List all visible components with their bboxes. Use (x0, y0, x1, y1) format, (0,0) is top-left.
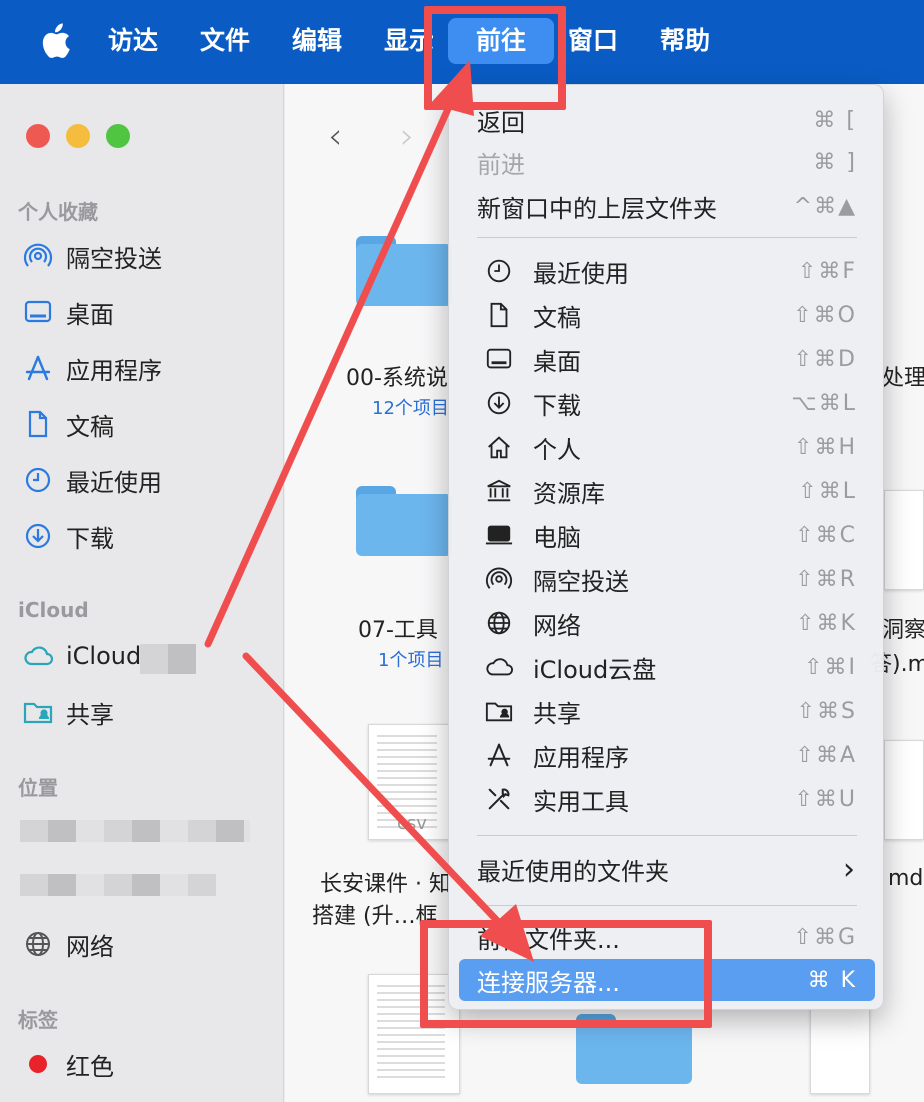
sidebar-item-label: 共享 (66, 700, 114, 729)
cloud-icon (22, 640, 54, 672)
menu-item-network[interactable]: 网络 ⇧⌘K (449, 602, 885, 644)
menu-separator (477, 237, 857, 238)
network-icon (22, 928, 54, 960)
menu-item-enclosing-folder[interactable]: 新窗口中的上层文件夹 ^⌘▲ (449, 185, 885, 227)
download-icon (483, 387, 515, 419)
sidebar-item-network[interactable]: 网络 (22, 926, 272, 962)
menu-item-documents[interactable]: 文稿 ⇧⌘O (449, 294, 885, 336)
redacted-text (140, 644, 196, 674)
menu-item-desktop[interactable]: 桌面 ⇧⌘D (449, 338, 885, 380)
airdrop-icon (22, 240, 54, 272)
menu-item-home[interactable]: 个人 ⇧⌘H (449, 426, 885, 468)
file-name: 洞察 (882, 618, 924, 643)
file-name: 07-工具 (358, 618, 438, 643)
menu-separator (477, 835, 857, 836)
menu-item-recents[interactable]: 最近使用 ⇧⌘F (449, 250, 885, 292)
go-menu-dropdown: 返回 ⌘ [ 前进 ⌘ ] 新窗口中的上层文件夹 ^⌘▲ 最近使用 ⇧⌘F 文稿… (448, 84, 884, 1010)
menu-item-forward[interactable]: 前进 ⌘ ] (449, 141, 885, 183)
home-icon (483, 431, 515, 463)
menu-item-airdrop[interactable]: 隔空投送 ⇧⌘R (449, 558, 885, 600)
file-name: 处理 (882, 366, 924, 391)
document-thumbnail[interactable] (884, 740, 924, 840)
sidebar-item-label: 网络 (66, 932, 114, 961)
menu-file[interactable]: 文件 (200, 18, 250, 64)
file-type-label: csv (397, 813, 427, 834)
minimize-window-button[interactable] (66, 124, 90, 148)
clock-icon (483, 255, 515, 287)
shared-folder-icon (483, 695, 515, 727)
chevron-right-icon: › (843, 851, 857, 887)
airdrop-icon (483, 563, 515, 595)
redacted-location[interactable] (20, 820, 250, 842)
forward-chevron-icon[interactable]: › (400, 116, 414, 157)
sidebar-header-icloud: iCloud (18, 598, 89, 622)
sidebar-item-recents[interactable]: 最近使用 (22, 462, 272, 498)
sidebar-item-label: 应用程序 (66, 356, 162, 385)
sidebar-item-label: 红色 (66, 1052, 114, 1081)
file-name: 长安课件 · 知 (320, 872, 451, 897)
menu-item-utilities[interactable]: 实用工具 ⇧⌘U (449, 778, 885, 820)
menu-item-shared[interactable]: 共享 ⇧⌘S (449, 690, 885, 732)
csv-document-thumbnail[interactable]: csv (368, 724, 452, 840)
utilities-icon (483, 783, 515, 815)
sidebar-item-applications[interactable]: 应用程序 (22, 350, 272, 386)
sidebar-item-label: 桌面 (66, 300, 114, 329)
library-icon (483, 475, 515, 507)
menu-item-icloud-drive[interactable]: iCloud云盘 ⇧⌘I (449, 646, 885, 688)
clock-icon (22, 464, 54, 496)
file-name: md (888, 866, 924, 891)
desktop-icon (483, 343, 515, 375)
menu-item-computer[interactable]: 电脑 ⇧⌘C (449, 514, 885, 556)
tag-dot-icon (22, 1048, 54, 1080)
sidebar-item-documents[interactable]: 文稿 (22, 406, 272, 442)
sidebar-item-downloads[interactable]: 下载 (22, 518, 272, 554)
shared-folder-icon (22, 696, 54, 728)
sidebar-item-label: 文稿 (66, 412, 114, 441)
file-name: 00-系统说 (346, 366, 448, 391)
zoom-window-button[interactable] (106, 124, 130, 148)
sidebar-item-shared[interactable]: 共享 (22, 694, 272, 730)
file-subtitle: 1个项目 (378, 650, 444, 671)
sidebar-header-favorites: 个人收藏 (18, 200, 98, 224)
apple-logo-icon[interactable] (38, 22, 72, 60)
folder-icon[interactable] (356, 486, 452, 556)
sidebar-item-label: 最近使用 (66, 468, 162, 497)
cloud-icon (483, 651, 515, 683)
document-thumbnail[interactable] (810, 1000, 870, 1094)
menu-item-downloads[interactable]: 下载 ⌥⌘L (449, 382, 885, 424)
menu-window[interactable]: 窗口 (568, 18, 618, 64)
network-icon (483, 607, 515, 639)
applications-icon (483, 739, 515, 771)
menu-edit[interactable]: 编辑 (292, 18, 342, 64)
back-chevron-icon[interactable]: ‹ (328, 116, 342, 157)
menu-separator (477, 905, 857, 906)
menu-item-applications[interactable]: 应用程序 ⇧⌘A (449, 734, 885, 776)
sidebar-item-tag-red[interactable]: 红色 (22, 1046, 272, 1082)
sidebar-item-label: iCloud (66, 642, 142, 670)
redacted-location[interactable] (20, 874, 216, 896)
download-icon (22, 520, 54, 552)
document-thumbnail[interactable] (884, 490, 924, 590)
desktop-icon (22, 296, 54, 328)
file-subtitle: 12个项目 (372, 398, 449, 419)
close-window-button[interactable] (26, 124, 50, 148)
sidebar-item-label: 下载 (66, 524, 114, 553)
sidebar-item-desktop[interactable]: 桌面 (22, 294, 272, 330)
applications-icon (22, 352, 54, 384)
computer-icon (483, 519, 515, 551)
annotation-box-go-menu (424, 6, 566, 110)
menu-finder[interactable]: 访达 (108, 18, 158, 64)
annotation-box-connect-server (420, 920, 712, 1028)
document-icon (22, 408, 54, 440)
sidebar-item-label: 隔空投送 (66, 244, 162, 273)
sidebar-header-tags: 标签 (18, 1008, 58, 1032)
file-name-line2: 搭建 (升…框 (312, 904, 438, 929)
folder-icon[interactable] (356, 236, 452, 306)
sidebar-item-airdrop[interactable]: 隔空投送 (22, 238, 272, 274)
document-icon (483, 299, 515, 331)
menu-item-recent-folders[interactable]: 最近使用的文件夹 › (449, 848, 885, 890)
sidebar-header-locations: 位置 (18, 776, 58, 800)
menu-item-library[interactable]: 资源库 ⇧⌘L (449, 470, 885, 512)
menu-help[interactable]: 帮助 (660, 18, 710, 64)
